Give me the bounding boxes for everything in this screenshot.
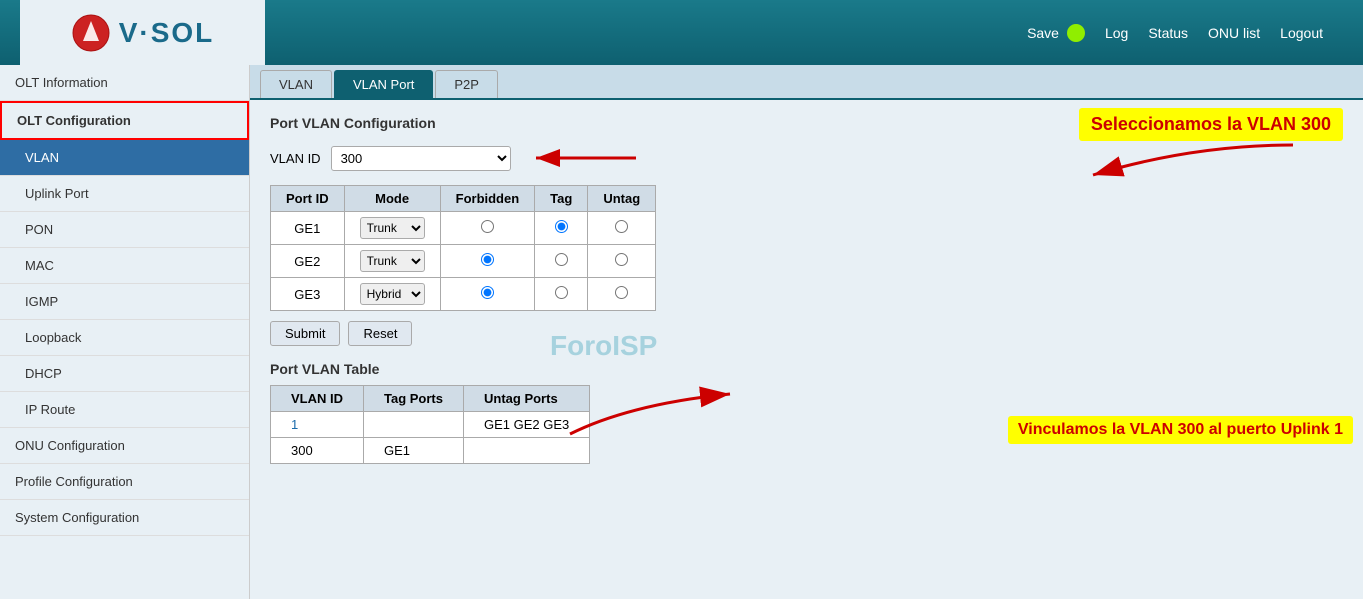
col-vlan-id: VLAN ID (271, 386, 364, 412)
button-row: Submit Reset (270, 321, 1343, 346)
tag-ge1[interactable] (535, 212, 588, 245)
forbidden-ge1[interactable] (440, 212, 535, 245)
section-title: Port VLAN Configuration (270, 115, 1343, 131)
sidebar-item-system-configuration[interactable]: System Configuration (0, 500, 249, 536)
port-id-ge3: GE3 (271, 278, 345, 311)
sidebar-item-mac[interactable]: MAC (0, 248, 249, 284)
status-link[interactable]: Status (1148, 25, 1188, 41)
mode-select-ge2[interactable]: Trunk Access Hybrid (360, 250, 425, 272)
status-dot (1067, 24, 1085, 42)
untag-ge1[interactable] (588, 212, 656, 245)
onu-list-link[interactable]: ONU list (1208, 25, 1260, 41)
tag-ge3[interactable] (535, 278, 588, 311)
col-forbidden: Forbidden (440, 186, 535, 212)
sidebar: OLT Information OLT Configuration VLAN U… (0, 65, 250, 599)
vlan-id-select[interactable]: 300 1 (331, 146, 511, 171)
col-untag: Untag (588, 186, 656, 212)
tag-radio-ge2[interactable] (555, 253, 568, 266)
forbidden-ge3[interactable] (440, 278, 535, 311)
forbidden-radio-ge2[interactable] (481, 253, 494, 266)
port-vlan-table: VLAN ID Tag Ports Untag Ports 1 GE1 GE2 … (270, 385, 590, 464)
mode-ge2[interactable]: Trunk Access Hybrid (344, 245, 440, 278)
tab-p2p[interactable]: P2P (435, 70, 498, 98)
col-tag: Tag (535, 186, 588, 212)
vlan-id-label: VLAN ID (270, 151, 321, 166)
save-label[interactable]: Save (1027, 25, 1059, 41)
tab-vlan-port[interactable]: VLAN Port (334, 70, 433, 98)
untag-ge3[interactable] (588, 278, 656, 311)
port-id-ge2: GE2 (271, 245, 345, 278)
forbidden-ge2[interactable] (440, 245, 535, 278)
submit-button[interactable]: Submit (270, 321, 340, 346)
forbidden-radio-ge3[interactable] (481, 286, 494, 299)
sidebar-item-profile-configuration[interactable]: Profile Configuration (0, 464, 249, 500)
col-mode: Mode (344, 186, 440, 212)
col-untag-ports: Untag Ports (464, 386, 590, 412)
sidebar-item-dhcp[interactable]: DHCP (0, 356, 249, 392)
mode-select-ge3[interactable]: Hybrid Trunk Access (360, 283, 425, 305)
tag-radio-ge3[interactable] (555, 286, 568, 299)
arrow-to-select (526, 143, 646, 173)
untag-radio-ge2[interactable] (615, 253, 628, 266)
vlan-id-cell-1[interactable]: 1 (271, 412, 364, 438)
reset-button[interactable]: Reset (348, 321, 412, 346)
vsol-logo-icon (71, 13, 111, 53)
annotation-uplink: Vinculamos la VLAN 300 al puerto Uplink … (1008, 416, 1353, 444)
table-row: GE1 Trunk Access Hybrid (271, 212, 656, 245)
vlan-table-row-1: 1 GE1 GE2 GE3 (271, 412, 590, 438)
col-tag-ports: Tag Ports (364, 386, 464, 412)
main-layout: OLT Information OLT Configuration VLAN U… (0, 65, 1363, 599)
tab-bar: VLAN VLAN Port P2P (250, 65, 1363, 100)
untag-radio-ge3[interactable] (615, 286, 628, 299)
log-link[interactable]: Log (1105, 25, 1128, 41)
sidebar-item-pon[interactable]: PON (0, 212, 249, 248)
tag-radio-ge1[interactable] (555, 220, 568, 233)
sidebar-item-ip-route[interactable]: IP Route (0, 392, 249, 428)
vlan-id-row: VLAN ID 300 1 (270, 143, 1343, 173)
forbidden-radio-ge1[interactable] (481, 220, 494, 233)
tab-vlan[interactable]: VLAN (260, 70, 332, 98)
main-content-area: Port VLAN Configuration VLAN ID 300 1 (250, 100, 1363, 479)
mode-ge3[interactable]: Hybrid Trunk Access (344, 278, 440, 311)
save-area: Save (1027, 24, 1085, 42)
vlan-table-row-300: 300 GE1 (271, 438, 590, 464)
table-row: GE2 Trunk Access Hybrid (271, 245, 656, 278)
sidebar-item-olt-information[interactable]: OLT Information (0, 65, 249, 101)
mode-select-ge1[interactable]: Trunk Access Hybrid (360, 217, 425, 239)
untag-ports-cell-1: GE1 GE2 GE3 (464, 412, 590, 438)
untag-ge2[interactable] (588, 245, 656, 278)
tag-ports-cell-1 (364, 412, 464, 438)
header-right: Save Log Status ONU list Logout (265, 24, 1343, 42)
sidebar-item-loopback[interactable]: Loopback (0, 320, 249, 356)
logout-button[interactable]: Logout (1280, 25, 1323, 41)
content-area: VLAN VLAN Port P2P Port VLAN Configurati… (250, 65, 1363, 599)
untag-ports-cell-300 (464, 438, 590, 464)
section-title2: Port VLAN Table (270, 361, 1343, 377)
sidebar-item-uplink-port[interactable]: Uplink Port (0, 176, 249, 212)
logo-text: V·SOL (119, 17, 215, 49)
tag-ge2[interactable] (535, 245, 588, 278)
sidebar-item-olt-configuration[interactable]: OLT Configuration (0, 101, 249, 140)
col-port-id: Port ID (271, 186, 345, 212)
port-config-table: Port ID Mode Forbidden Tag Untag GE1 Tru… (270, 185, 656, 311)
port-id-ge1: GE1 (271, 212, 345, 245)
sidebar-item-vlan[interactable]: VLAN (0, 140, 249, 176)
tag-ports-cell-300: GE1 (364, 438, 464, 464)
untag-radio-ge1[interactable] (615, 220, 628, 233)
vlan-id-cell-300[interactable]: 300 (271, 438, 364, 464)
header: V·SOL Save Log Status ONU list Logout (0, 0, 1363, 65)
sidebar-item-igmp[interactable]: IGMP (0, 284, 249, 320)
logo-area: V·SOL (20, 0, 265, 65)
sidebar-item-onu-configuration[interactable]: ONU Configuration (0, 428, 249, 464)
table-row: GE3 Hybrid Trunk Access (271, 278, 656, 311)
mode-ge1[interactable]: Trunk Access Hybrid (344, 212, 440, 245)
header-nav: Log Status ONU list (1105, 25, 1260, 41)
